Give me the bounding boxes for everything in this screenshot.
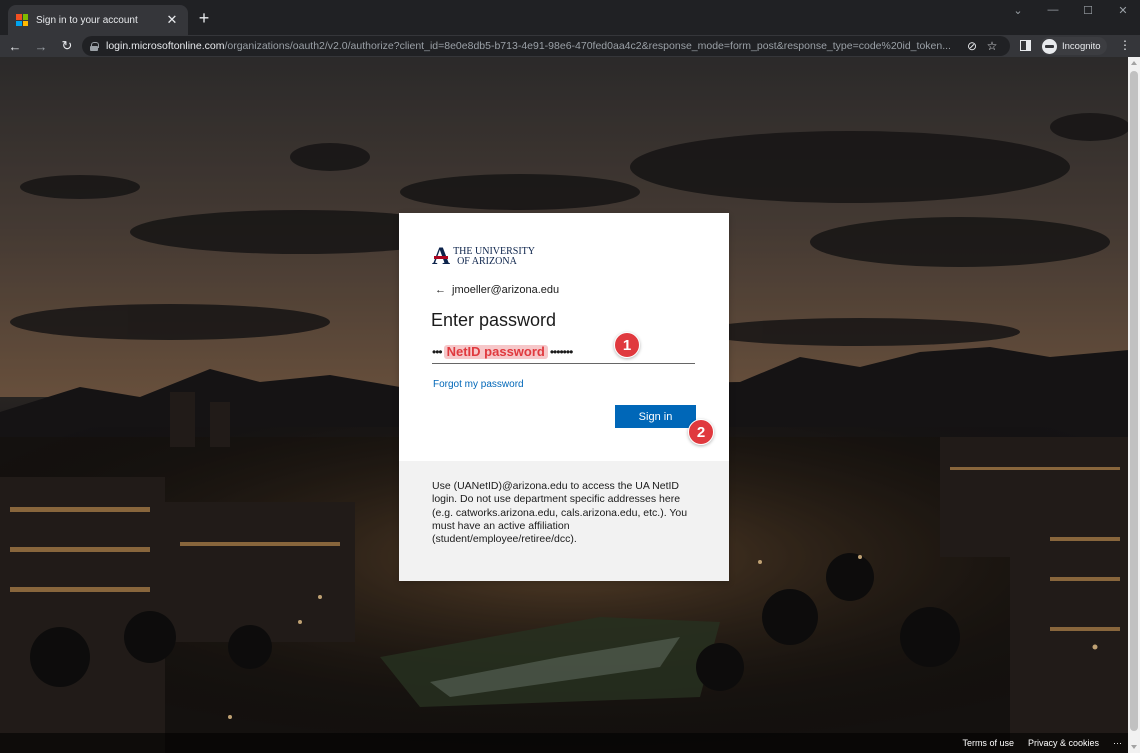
tab-title: Sign in to your account — [36, 14, 138, 26]
close-window-icon[interactable]: ✕ — [1113, 4, 1133, 17]
password-mask-left: ••• — [432, 345, 443, 359]
eye-off-icon[interactable]: ⊘ — [962, 39, 982, 53]
incognito-label: Incognito — [1062, 40, 1101, 52]
identity-email: jmoeller@arizona.edu — [452, 284, 560, 296]
microsoft-logo-icon — [16, 14, 28, 26]
incognito-badge[interactable]: Incognito — [1040, 37, 1107, 55]
page-viewport: A THE UNIVERSITY OF ARIZONA ← jmoeller@a… — [0, 57, 1140, 753]
step-1-badge: 1 — [614, 332, 640, 358]
step-2-badge: 2 — [688, 419, 714, 445]
forgot-password-link[interactable]: Forgot my password — [433, 379, 524, 390]
lock-icon — [90, 41, 99, 51]
back-to-identity[interactable]: ← jmoeller@arizona.edu — [435, 284, 559, 296]
url-text[interactable]: login.microsoftonline.com/organizations/… — [106, 40, 962, 52]
side-panel-icon[interactable] — [1020, 40, 1031, 51]
minimize-icon[interactable]: — — [1043, 4, 1063, 16]
page-footer: Terms of use Privacy & cookies ··· — [0, 733, 1128, 753]
tab-close-icon[interactable]: ✕ — [164, 12, 180, 28]
browser-toolbar: ← → ↻ login.microsoftonline.com/organiza… — [0, 35, 1140, 57]
page-title: Enter password — [431, 310, 557, 330]
new-tab-button[interactable]: + — [194, 8, 214, 28]
signin-card: A THE UNIVERSITY OF ARIZONA ← jmoeller@a… — [399, 213, 729, 581]
reload-icon[interactable]: ↻ — [56, 38, 78, 54]
address-bar[interactable]: login.microsoftonline.com/organizations/… — [82, 36, 1010, 56]
bookmark-star-icon[interactable]: ☆ — [982, 39, 1002, 53]
back-icon[interactable]: ← — [4, 39, 26, 54]
incognito-icon — [1042, 38, 1057, 54]
sign-in-button[interactable]: Sign in — [615, 405, 696, 428]
browser-titlebar: Sign in to your account ✕ + ⌄ — ☐ ✕ — [0, 0, 1140, 35]
signin-info-panel: Use (UANetID)@arizona.edu to access the … — [399, 461, 729, 581]
scrollbar-thumb[interactable] — [1130, 71, 1138, 731]
back-arrow-icon[interactable]: ← — [435, 284, 446, 296]
maximize-icon[interactable]: ☐ — [1078, 4, 1098, 17]
forward-icon[interactable]: → — [30, 39, 52, 54]
university-of-arizona-logo: A THE UNIVERSITY OF ARIZONA — [432, 243, 535, 270]
signin-form: A THE UNIVERSITY OF ARIZONA ← jmoeller@a… — [399, 213, 729, 461]
password-mask-right: ••••••• — [549, 345, 573, 359]
signin-info-text: Use (UANetID)@arizona.edu to access the … — [432, 480, 688, 546]
scroll-up-icon[interactable] — [1131, 61, 1137, 65]
more-options-icon[interactable]: ··· — [1113, 738, 1122, 748]
chrome-menu-icon[interactable]: ⋮ — [1118, 38, 1132, 52]
scroll-down-icon[interactable] — [1131, 745, 1137, 749]
page-scrollbar[interactable] — [1128, 57, 1140, 753]
ua-a-logo-icon: A — [432, 243, 451, 270]
password-input[interactable]: ••• NetID password ••••••• — [432, 341, 695, 364]
terms-of-use-link[interactable]: Terms of use — [962, 738, 1014, 748]
privacy-cookies-link[interactable]: Privacy & cookies — [1028, 738, 1099, 748]
browser-tab[interactable]: Sign in to your account ✕ — [8, 5, 188, 35]
tab-search-icon[interactable]: ⌄ — [1008, 4, 1028, 17]
password-annotation-label: NetID password — [443, 345, 548, 359]
logo-wordmark: THE UNIVERSITY OF ARIZONA — [453, 246, 535, 267]
